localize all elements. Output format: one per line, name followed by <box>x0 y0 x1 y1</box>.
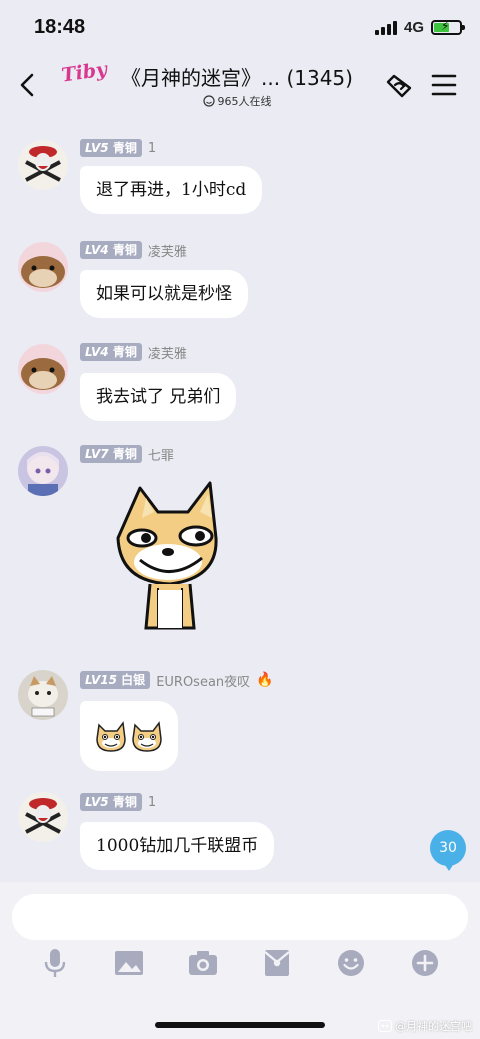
bar-logo: Tiby <box>60 58 109 87</box>
smile-small-icon <box>202 95 215 107</box>
online-count: 965人在线 <box>112 93 362 109</box>
message-bubble[interactable]: 1000钻加几千联盟币 <box>80 822 275 870</box>
microphone-icon[interactable] <box>41 948 69 978</box>
watermark-text: @月神的迷宫吧 <box>395 1020 472 1033</box>
message-bubble[interactable]: 如果可以就是秒怪 <box>80 270 248 318</box>
nickname[interactable]: 七罪 <box>148 445 174 464</box>
message-meta: LV7 青铜 七罪 <box>80 445 174 464</box>
status-bar: 18:48 4G ⚡ <box>0 0 480 58</box>
watermark: @月神的迷宫吧 <box>378 1018 472 1034</box>
nickname[interactable]: EUROsean夜叹 <box>156 671 250 690</box>
camera-icon[interactable] <box>188 948 218 978</box>
nickname[interactable]: 1 <box>148 795 156 810</box>
doge-sticker[interactable] <box>110 478 230 638</box>
avatar[interactable] <box>18 140 68 190</box>
chat-title: 《月神的迷宫》... (1345) <box>121 66 353 90</box>
fire-icon: 🔥 <box>256 672 274 688</box>
doge-emoji-icon <box>132 721 162 752</box>
level-badge: LV5 青铜 <box>80 793 142 811</box>
message-meta: LV5 青铜 1 <box>80 139 156 157</box>
avatar[interactable] <box>18 792 68 842</box>
image-icon[interactable] <box>114 948 144 978</box>
signal-icon <box>374 20 397 35</box>
avatar[interactable] <box>18 446 68 496</box>
message-bubble[interactable]: 我去试了 兄弟们 <box>80 373 237 421</box>
level-badge: LV4 青铜 <box>80 343 142 361</box>
message-meta: LV4 青铜 凌芙雅 <box>80 343 187 362</box>
message-meta: LV4 青铜 凌芙雅 <box>80 241 187 260</box>
nickname[interactable]: 1 <box>148 141 156 156</box>
avatar[interactable] <box>18 242 68 292</box>
status-time: 18:48 <box>34 16 86 38</box>
nickname[interactable]: 凌芙雅 <box>148 241 187 260</box>
network-type: 4G <box>403 19 424 36</box>
home-indicator <box>155 1022 325 1028</box>
emoji-bubble[interactable] <box>80 701 178 771</box>
message-bubble[interactable]: 退了再进，1小时cd <box>80 166 263 214</box>
level-badge: LV4 青铜 <box>80 241 142 259</box>
message-meta: LV15 白银 EUROsean夜叹 🔥 <box>80 671 274 690</box>
menu-icon[interactable] <box>428 68 462 102</box>
message-meta: LV5 青铜 1 <box>80 793 156 811</box>
share-icon[interactable] <box>380 68 414 102</box>
battery-icon: ⚡ <box>431 19 465 35</box>
level-badge: LV5 青铜 <box>80 139 142 157</box>
red-packet-icon[interactable] <box>263 948 291 978</box>
watermark-icon <box>378 1020 392 1032</box>
nickname[interactable]: 凌芙雅 <box>148 343 187 362</box>
avatar[interactable] <box>18 670 68 720</box>
plus-icon[interactable] <box>410 948 440 978</box>
title-area[interactable]: 《月神的迷宫》... (1345) 965人在线 <box>112 62 362 109</box>
back-icon[interactable] <box>16 70 40 100</box>
avatar[interactable] <box>18 344 68 394</box>
online-text: 965人在线 <box>217 95 272 108</box>
level-badge: LV7 青铜 <box>80 445 142 463</box>
doge-emoji-icon <box>96 721 126 752</box>
message-input[interactable] <box>12 894 468 940</box>
status-indicators: 4G ⚡ <box>374 19 465 36</box>
emoji-icon[interactable] <box>336 948 366 978</box>
chat-header: Tiby 《月神的迷宫》... (1345) 965人在线 <box>0 58 480 114</box>
composer-tools <box>0 948 480 984</box>
composer-bar: @月神的迷宫吧 <box>0 882 480 1039</box>
level-badge: LV15 白银 <box>80 671 151 689</box>
unread-count-badge[interactable]: 30 <box>430 830 466 871</box>
